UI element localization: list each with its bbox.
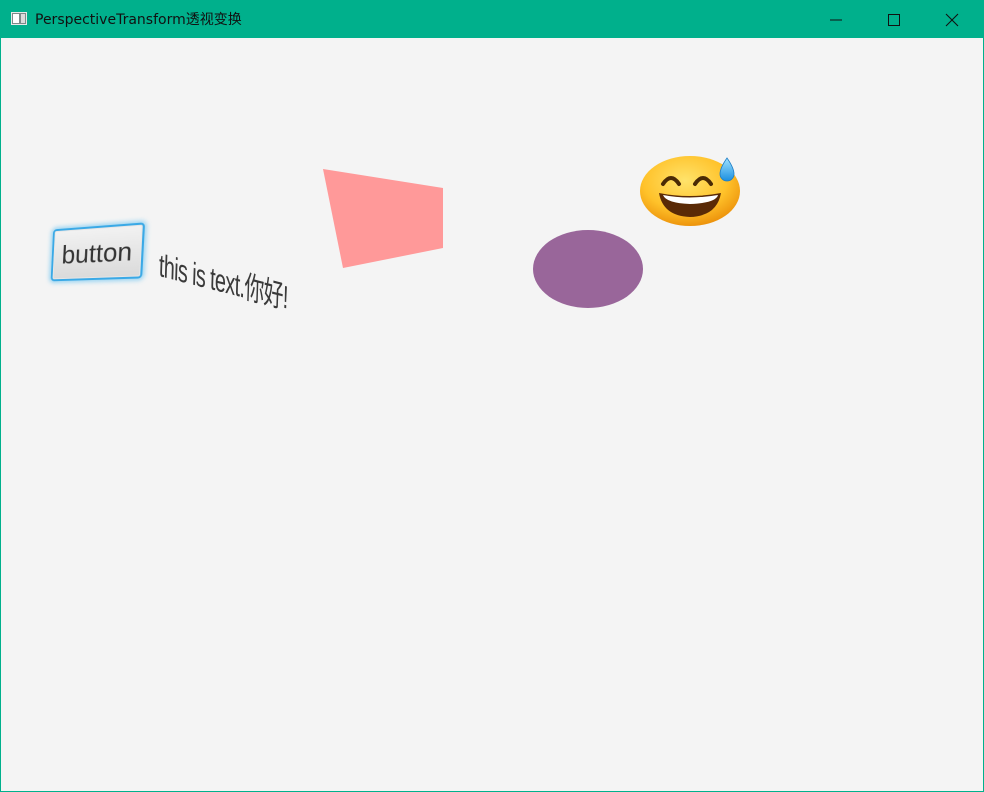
minimize-icon <box>830 19 842 21</box>
maximize-icon <box>888 14 900 26</box>
grinning-face-with-sweat-icon <box>640 156 740 226</box>
perspective-polygon <box>323 169 443 268</box>
close-button[interactable] <box>923 1 981 38</box>
close-icon <box>945 13 959 27</box>
window-title: PerspectiveTransform透视变换 <box>35 12 242 28</box>
app-window: PerspectiveTransform透视变换 button this is … <box>0 0 984 792</box>
app-icon <box>11 12 27 25</box>
shapes-layer <box>323 169 643 308</box>
maximize-button[interactable] <box>865 1 923 38</box>
scene-content: button this is text.你好! <box>1 38 983 791</box>
perspective-ellipse <box>533 230 643 308</box>
minimize-button[interactable] <box>807 1 865 38</box>
title-bar[interactable]: PerspectiveTransform透视变换 <box>1 1 983 38</box>
